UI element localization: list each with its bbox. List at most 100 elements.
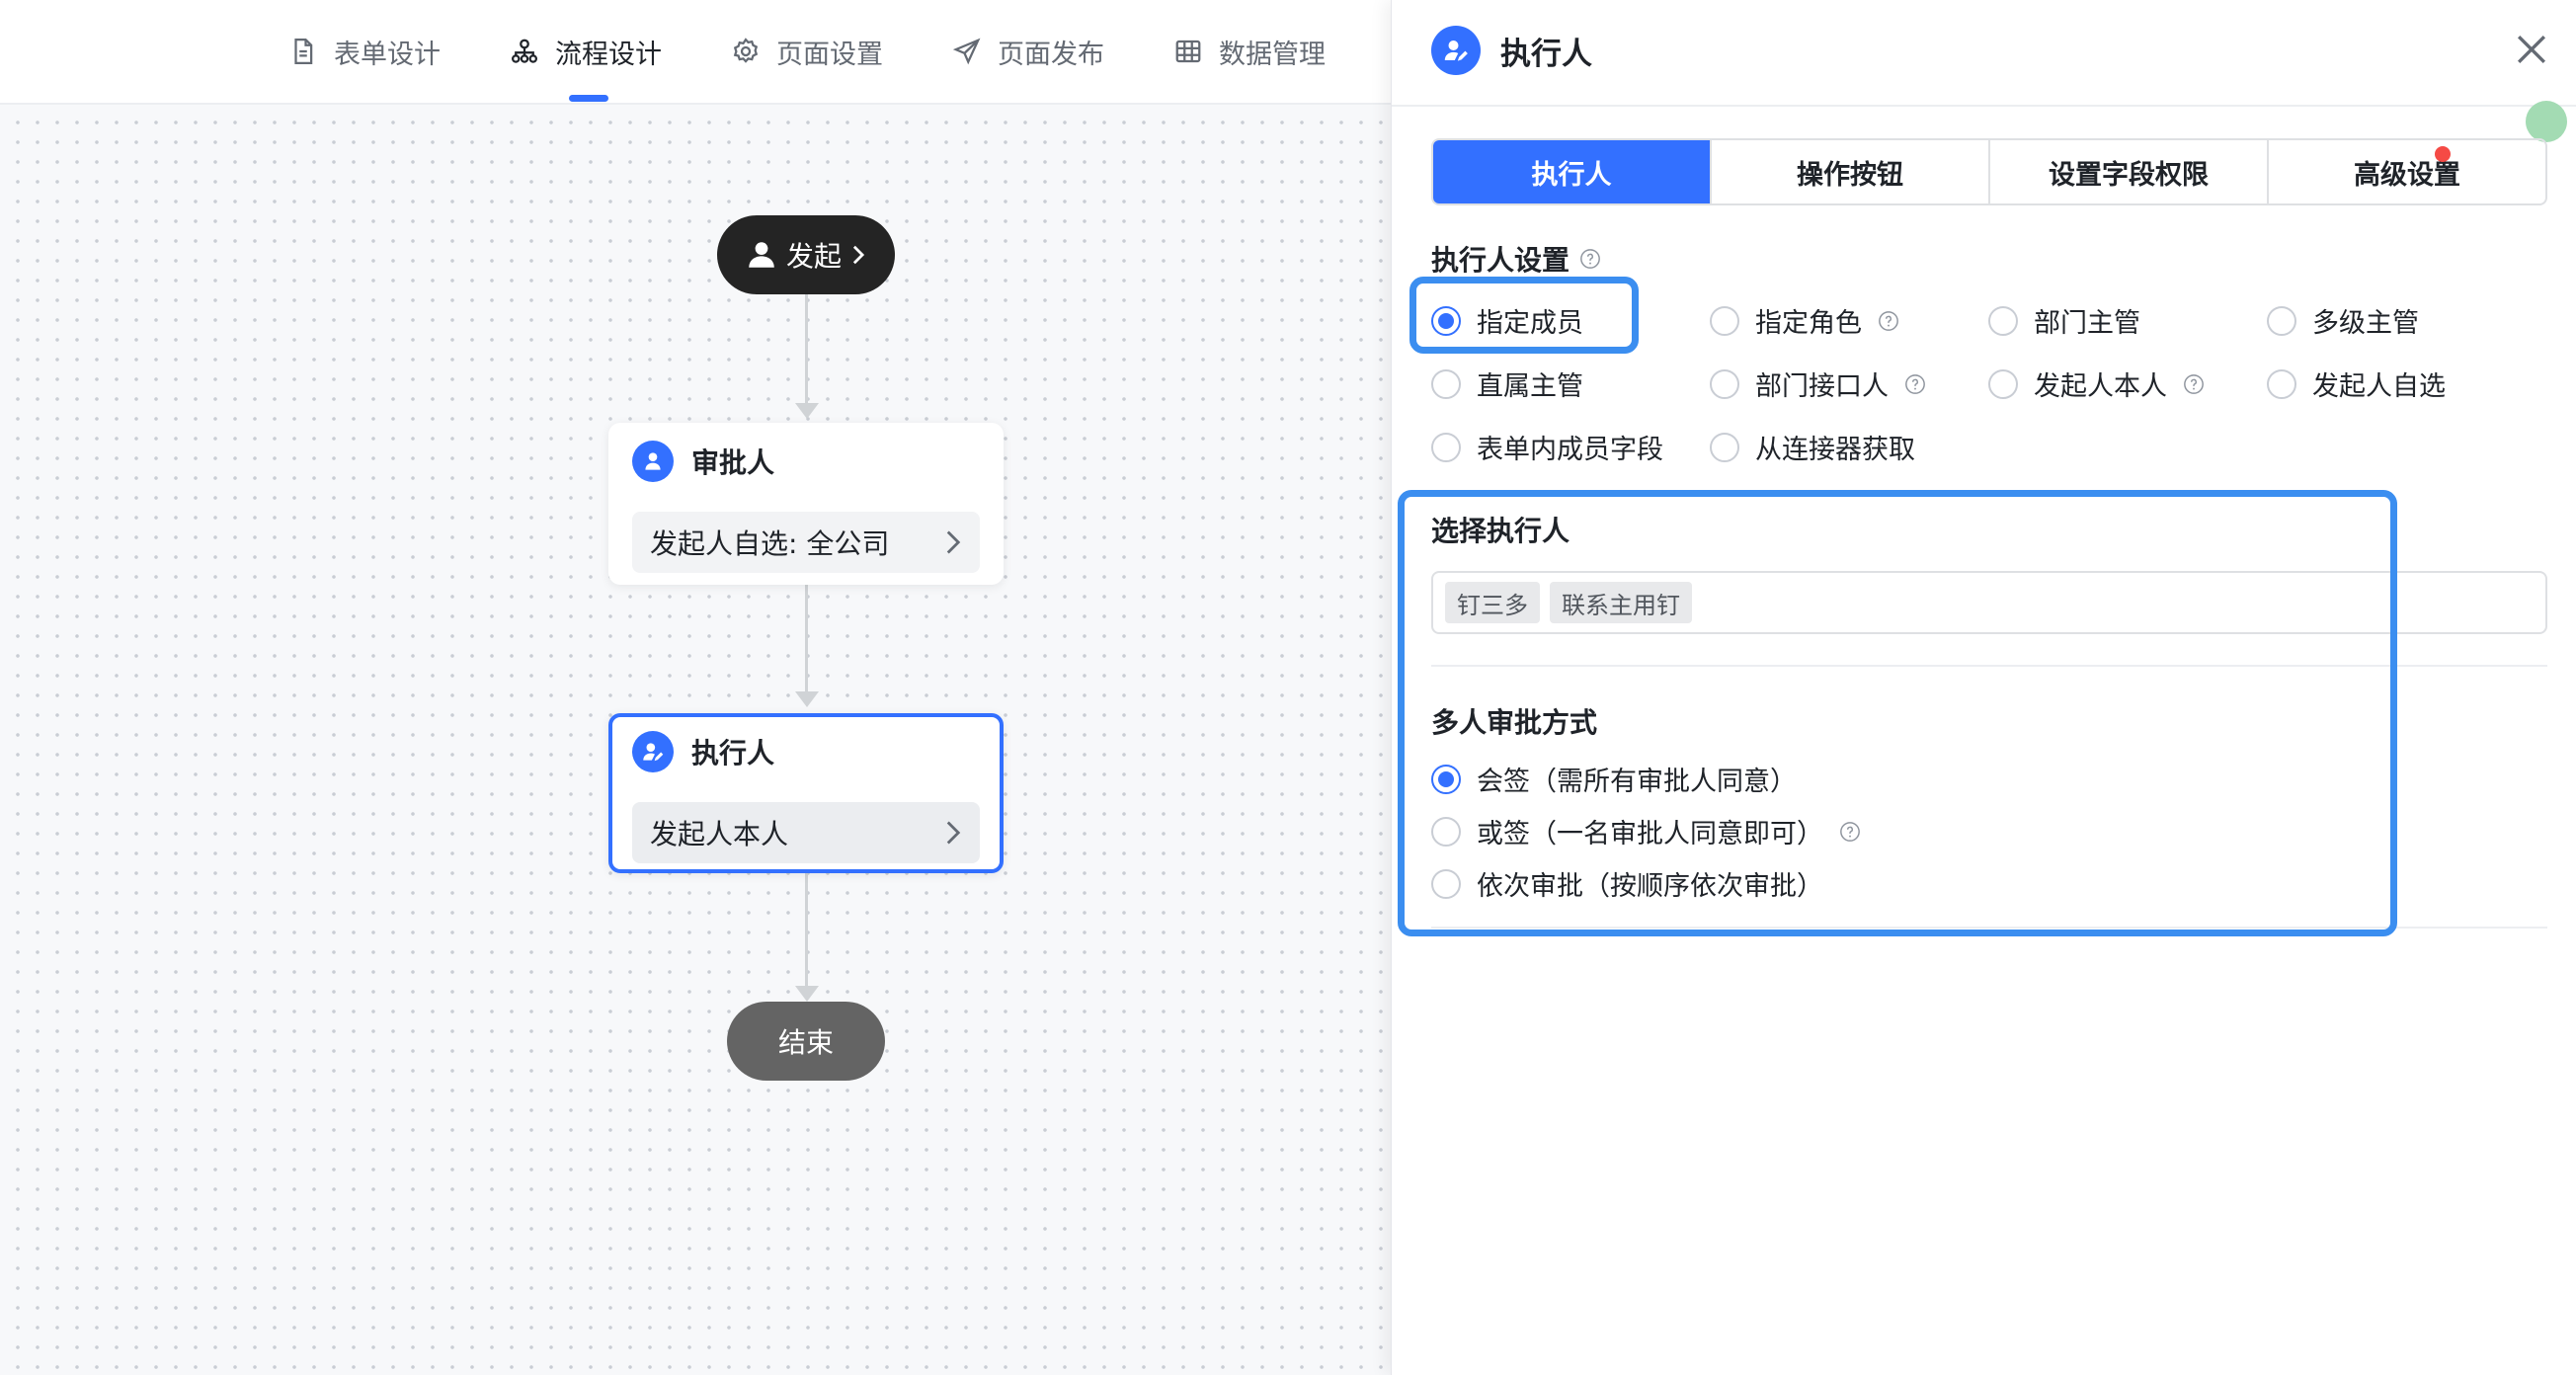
table-grid-icon [1175,40,1201,63]
tab-page-publish[interactable]: 页面发布 [952,32,1104,71]
executor-summary-text: 发起人本人 [650,818,789,850]
approver-card-summary[interactable]: 发起人自选: 全公司 [632,512,980,573]
radio-button[interactable] [1431,368,1461,399]
radio-button[interactable] [1710,305,1739,336]
radio-button[interactable] [1431,764,1461,794]
radio-button[interactable] [1988,305,2018,336]
radio-initiator-self[interactable]: 发起人本人 [1988,364,2205,403]
tab-form-design[interactable]: 表单设计 [288,32,441,71]
end-node[interactable]: 结束 [727,1002,885,1081]
executor-card-header: 执行人 [632,731,774,772]
tab-label: 操作按钮 [1797,159,1903,191]
radio-or-sign[interactable]: 或签（一名审批人同意即可） [1431,812,1861,850]
radio-button[interactable] [1431,868,1461,899]
executor-card-title: 执行人 [691,737,775,769]
radio-assigned-member[interactable]: 指定成员 [1431,301,1583,340]
radio-button[interactable] [1988,368,2018,399]
tab-flow-design[interactable]: 流程设计 [510,32,662,71]
radio-countersign[interactable]: 会签（需所有审批人同意） [1431,760,1797,798]
multi-approval-label: 多人审批方式 [1431,701,1597,741]
section-title: 多人审批方式 [1431,706,1598,739]
radio-label: 指定成员 [1477,308,1583,339]
chevron-right-icon [852,245,865,265]
tab-label: 表单设计 [334,39,441,70]
approver-card-title: 审批人 [691,446,775,479]
radio-label: 从连接器获取 [1755,435,1915,465]
chevron-right-icon [946,821,961,845]
radio-direct-manager[interactable]: 直属主管 [1431,364,1583,403]
flow-arrow [795,986,819,1002]
radio-label: 或签（一名审批人同意即可） [1477,819,1823,849]
section-title: 选择执行人 [1431,515,1570,547]
tab-label: 页面发布 [998,39,1104,70]
person-icon [749,242,774,268]
tab-advanced-settings[interactable]: 高级设置 [2269,140,2545,203]
top-nav-bar: 表单设计 流程设计 页面设置 页面发布 数据管理 [0,0,1391,105]
flow-tree-icon [512,39,537,63]
drawer-header: 执行人 [1431,26,1592,75]
document-icon [294,39,313,64]
close-icon[interactable] [2510,28,2553,71]
approver-card[interactable]: 审批人 发起人自选: 全公司 [608,423,1004,585]
drawer-tabs: 执行人 操作按钮 设置字段权限 高级设置 [1431,138,2547,205]
help-icon[interactable] [1579,248,1601,270]
radio-label: 直属主管 [1477,371,1583,402]
tab-action-buttons[interactable]: 操作按钮 [1712,140,1990,203]
tab-label: 页面设置 [776,39,883,70]
radio-label: 部门接口人 [1755,371,1889,402]
approver-card-header: 审批人 [632,441,774,482]
help-icon[interactable] [2183,373,2205,395]
help-icon[interactable] [1878,310,1899,332]
approver-summary-text: 发起人自选: 全公司 [650,527,890,560]
executor-settings-drawer: 执行人 执行人 操作按钮 设置字段权限 高级设置 执行人设置 指定成员 指定角色… [1391,0,2576,1375]
tab-field-permissions[interactable]: 设置字段权限 [1990,140,2269,203]
radio-label: 依次审批（按顺序依次审批） [1477,871,1823,902]
radio-multilevel-manager[interactable]: 多级主管 [2267,301,2419,340]
help-icon[interactable] [1904,373,1926,395]
flow-arrow [795,403,819,419]
approver-icon [632,441,674,482]
member-tag[interactable]: 联系主用钉 [1550,582,1692,623]
radio-label: 多级主管 [2312,308,2419,339]
help-icon[interactable] [1839,821,1861,843]
radio-button[interactable] [2267,368,2296,399]
radio-label: 部门主管 [2034,308,2140,339]
start-node[interactable]: 发起 [717,215,895,294]
radio-button[interactable] [1710,368,1739,399]
radio-from-connector[interactable]: 从连接器获取 [1710,428,1915,466]
radio-button[interactable] [1710,432,1739,462]
executor-card[interactable]: 执行人 发起人本人 [608,713,1004,873]
radio-button[interactable] [1431,432,1461,462]
radio-button[interactable] [2267,305,2296,336]
executor-settings-label: 执行人设置 [1431,239,1601,279]
tab-label: 数据管理 [1219,39,1326,70]
flow-connector [805,873,808,990]
flow-connector [805,294,808,405]
radio-sequential[interactable]: 依次审批（按顺序依次审批） [1431,864,1823,903]
end-node-label: 结束 [777,1026,834,1059]
tab-label: 设置字段权限 [2049,159,2209,191]
notification-dot [2435,146,2451,162]
tab-page-settings[interactable]: 页面设置 [731,32,883,71]
tab-executor[interactable]: 执行人 [1433,140,1712,203]
radio-label: 会签（需所有审批人同意） [1477,767,1797,797]
radio-assigned-role[interactable]: 指定角色 [1710,301,1899,340]
radio-initiator-choose[interactable]: 发起人自选 [2267,364,2446,403]
select-executor-label: 选择执行人 [1431,510,1570,549]
executor-card-summary[interactable]: 发起人本人 [632,802,980,863]
chevron-right-icon [946,530,961,554]
send-icon [952,38,981,65]
executor-member-picker[interactable]: 钉三多 联系主用钉 [1431,571,2547,634]
member-tag[interactable]: 钉三多 [1445,582,1540,623]
radio-form-member-field[interactable]: 表单内成员字段 [1431,428,1663,466]
radio-button[interactable] [1431,305,1461,336]
radio-dept-contact[interactable]: 部门接口人 [1710,364,1926,403]
radio-button[interactable] [1431,816,1461,847]
radio-label: 发起人自选 [2312,371,2446,402]
start-node-label: 发起 [785,240,842,273]
radio-dept-manager[interactable]: 部门主管 [1988,301,2140,340]
gear-icon [733,38,759,63]
radio-label: 发起人本人 [2034,371,2167,402]
tab-data-management[interactable]: 数据管理 [1173,32,1326,71]
flow-arrow [795,691,819,707]
